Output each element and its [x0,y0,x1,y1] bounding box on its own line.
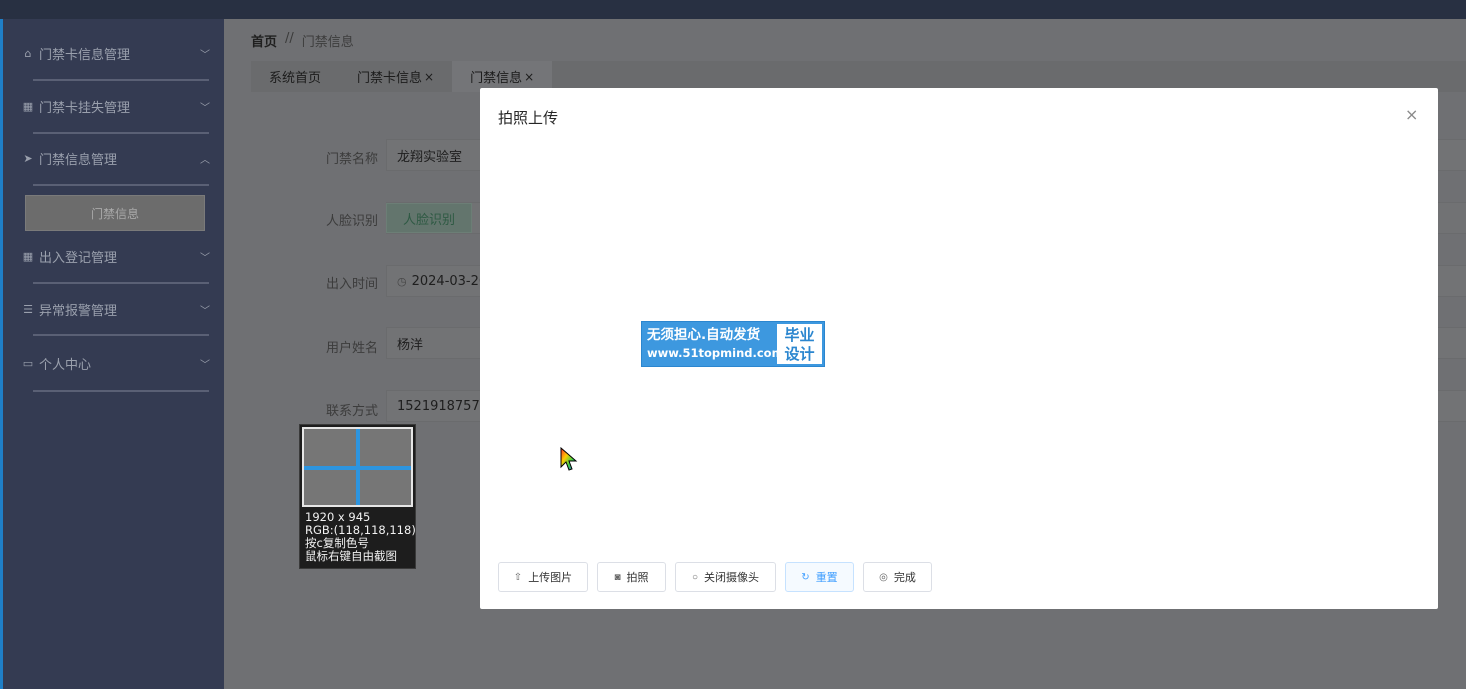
menu-divider [33,282,209,284]
check-circle-icon: ◎ [879,571,888,583]
sidebar-item-door-info[interactable]: ➤ 门禁信息管理 ︿ [21,143,211,173]
grid-icon: ▦ [22,99,34,113]
tab-home[interactable]: 系统首页 [251,61,339,92]
refresh-icon: ↻ [801,571,810,583]
chevron-down-icon: ﹀ [200,102,210,114]
close-icon[interactable]: × [424,70,434,84]
menu-divider [33,390,209,392]
breadcrumb: 首页 // 门禁信息 [251,31,354,50]
screen-magnifier: 1920 x 945 RGB:(118,118,118) 按c复制色号 鼠标右键… [299,424,416,569]
breadcrumb-current: 门禁信息 [301,35,354,50]
home-icon: ⌂ [24,46,32,60]
close-camera-button[interactable]: ○ 关闭摄像头 [675,562,776,592]
breadcrumb-home[interactable]: 首页 [251,31,277,50]
clock-icon: ◷ [397,274,407,288]
paper-plane-icon: ➤ [23,151,33,165]
menu-divider [33,334,209,336]
sidebar-item-access-register[interactable]: ▦ 出入登记管理 ﹀ [21,241,211,271]
menu-divider [33,184,209,186]
menu-divider [33,132,209,134]
time-label: 出入时间 [326,277,379,292]
sidebar: ⌂ 门禁卡信息管理 ﹀ ▦ 门禁卡挂失管理 ﹀ ➤ 门禁信息管理 ︿ 门禁信息 … [0,19,224,689]
tab-card-info[interactable]: 门禁卡信息 × [339,61,452,92]
camera-icon: ◙ [614,571,621,583]
sidebar-item-alarm[interactable]: ☰ 异常报警管理 ﹀ [21,294,211,324]
close-icon[interactable]: × [1405,105,1418,124]
top-bar [0,0,1466,19]
take-photo-button[interactable]: ◙ 拍照 [597,562,666,592]
dialog-title: 拍照上传 [498,109,559,127]
reset-button[interactable]: ↻ 重置 [785,562,854,592]
done-button[interactable]: ◎ 完成 [863,562,932,592]
breadcrumb-separator: // [285,31,294,46]
magnifier-info: 1920 x 945 RGB:(118,118,118) 按c复制色号 鼠标右键… [305,510,416,563]
user-label: 用户姓名 [326,341,379,356]
submenu-item-door-info[interactable]: 门禁信息 [25,195,205,231]
chevron-down-icon: ﹀ [200,252,210,264]
menu-divider [33,79,209,81]
photo-upload-dialog: 拍照上传 × 无须担心.自动发货 www.51topmind.com 毕业 设计… [480,88,1438,609]
watermark-logo: 无须担心.自动发货 www.51topmind.com 毕业 设计 [641,321,825,367]
face-recognition-button[interactable]: 人脸识别 [386,203,472,233]
chevron-down-icon: ﹀ [200,359,210,371]
list-icon: ☰ [23,302,33,316]
power-icon: ○ [691,571,699,583]
sidebar-item-card-loss[interactable]: ▦ 门禁卡挂失管理 ﹀ [21,91,211,121]
chevron-up-icon: ︿ [200,154,210,166]
door-name-label: 门禁名称 [326,152,379,167]
window-icon: ▭ [22,356,34,370]
contact-label: 联系方式 [326,404,379,419]
close-icon[interactable]: × [524,70,534,84]
face-label: 人脸识别 [326,214,379,229]
grid-icon: ▦ [22,249,34,263]
chevron-down-icon: ﹀ [200,305,210,317]
upload-image-button[interactable]: ⇧ 上传图片 [498,562,588,592]
sidebar-item-card-info[interactable]: ⌂ 门禁卡信息管理 ﹀ [21,38,211,68]
magnifier-view [302,427,413,507]
sidebar-item-personal[interactable]: ▭ 个人中心 ﹀ [21,348,211,378]
chevron-down-icon: ﹀ [200,49,210,61]
mouse-cursor-icon [560,447,578,471]
upload-icon: ⇧ [513,571,523,583]
